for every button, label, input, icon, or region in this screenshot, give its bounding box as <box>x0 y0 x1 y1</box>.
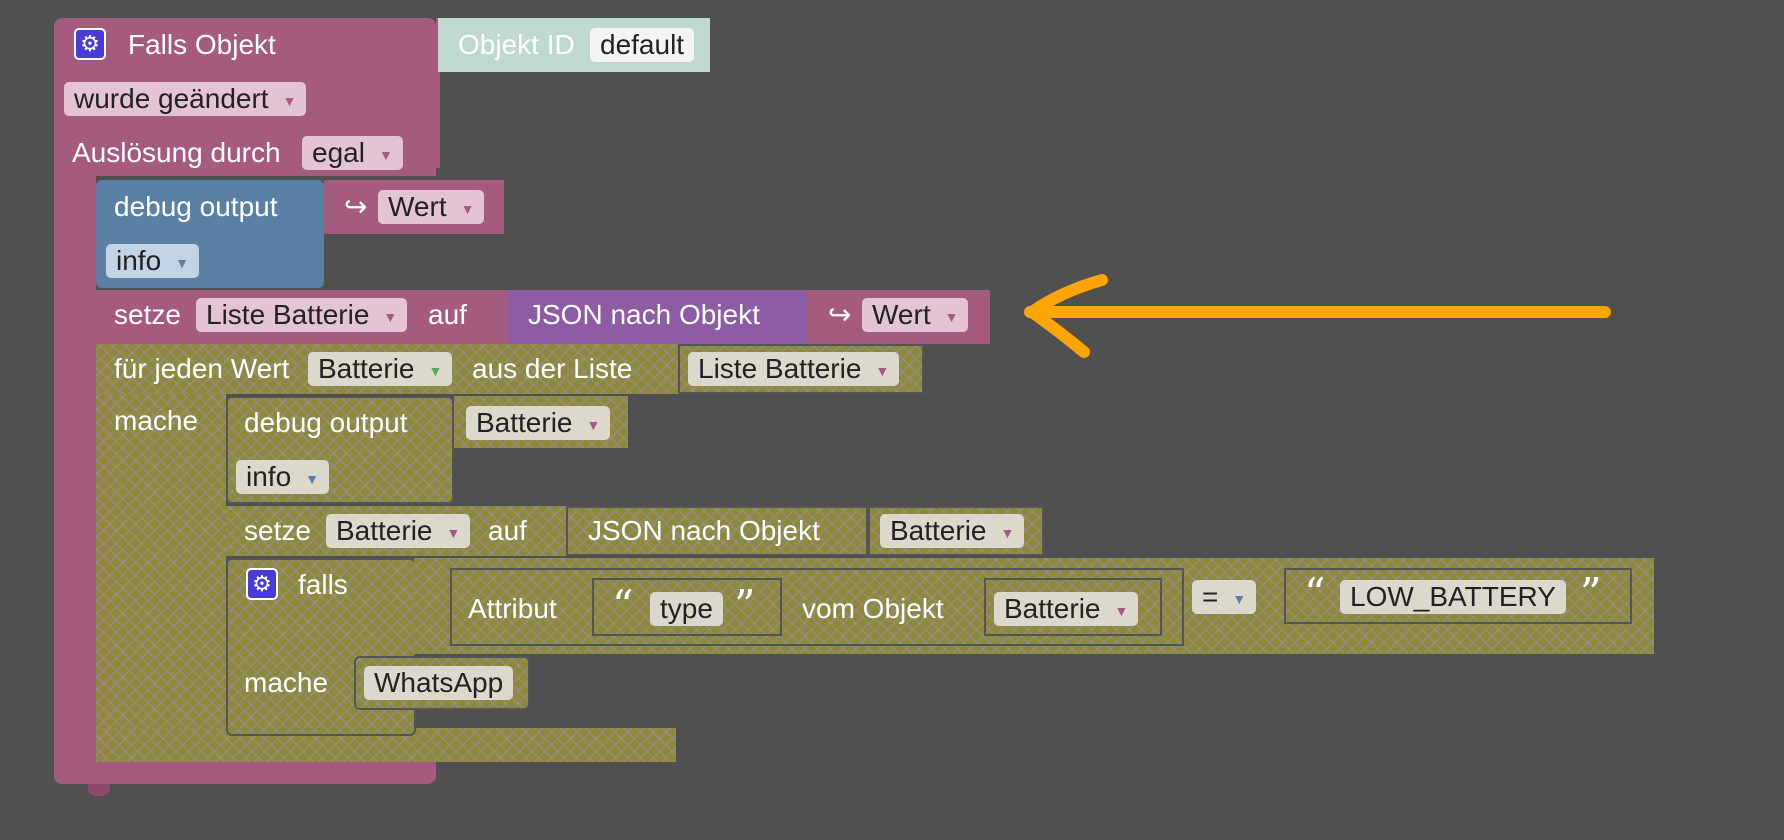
attribute-field[interactable]: type <box>650 592 723 626</box>
close-quote-icon: ” <box>734 581 756 630</box>
to-label: auf <box>488 515 527 546</box>
do-label: mache <box>244 667 329 698</box>
loop-variable-value: Batterie <box>318 353 415 384</box>
return-arrow-icon: ↪ <box>344 191 368 222</box>
return-arrow-icon: ↪ <box>828 299 852 330</box>
value-dropdown[interactable]: Batterie ▼ <box>880 514 1025 548</box>
variable-dropdown[interactable]: Batterie ▼ <box>326 514 471 548</box>
object-id-label: Objekt ID <box>458 29 575 60</box>
chevron-down-icon: ▼ <box>875 362 890 379</box>
from-object-label: vom Objekt <box>802 593 944 624</box>
trigger-dropdown[interactable]: egal ▼ <box>302 136 403 170</box>
chevron-down-icon: ▼ <box>428 362 443 379</box>
condition-value: wurde geändert <box>74 83 269 114</box>
value-dropdown[interactable]: Batterie ▼ <box>466 406 611 440</box>
debug-level-dropdown[interactable]: info ▼ <box>106 244 200 278</box>
chevron-down-icon: ▼ <box>1000 524 1015 541</box>
value-dropdown[interactable]: Wert ▼ <box>862 298 969 332</box>
variable-dropdown[interactable]: Liste Batterie ▼ <box>196 298 408 332</box>
to-label: auf <box>428 299 467 330</box>
variable-value: Liste Batterie <box>206 299 370 330</box>
whatsapp-label: WhatsApp <box>364 666 514 700</box>
if-label: falls <box>298 569 348 600</box>
debug-label: debug output <box>114 191 278 222</box>
from-list-label: aus der Liste <box>472 353 633 384</box>
open-quote-icon: “ <box>612 581 634 630</box>
chevron-down-icon: ▼ <box>282 92 297 109</box>
json-label: JSON nach Objekt <box>528 299 760 330</box>
close-quote-icon: ” <box>1580 569 1602 618</box>
annotation-arrow-icon <box>1024 274 1611 358</box>
value-dropdown[interactable]: Wert ▼ <box>378 190 485 224</box>
value-text: Wert <box>872 299 931 330</box>
gear-icon[interactable]: ⚙ <box>74 28 106 60</box>
foreach-label: für jeden Wert <box>114 353 290 384</box>
gear-icon[interactable]: ⚙ <box>246 568 278 600</box>
list-dropdown[interactable]: Liste Batterie ▼ <box>688 352 900 386</box>
set-label: setze <box>114 299 181 330</box>
loop-variable-dropdown[interactable]: Batterie ▼ <box>308 352 453 386</box>
chevron-down-icon: ▼ <box>378 146 393 163</box>
object-id-field[interactable]: default <box>590 28 695 62</box>
trigger-value: egal <box>312 137 365 168</box>
condition-dropdown[interactable]: wurde geändert ▼ <box>64 82 307 116</box>
object-value: Batterie <box>1004 593 1101 624</box>
attribute-label: Attribut <box>468 593 557 624</box>
open-quote-icon: “ <box>1304 569 1326 618</box>
json-label: JSON nach Objekt <box>588 515 820 546</box>
do-label: mache <box>114 405 199 436</box>
operator-dropdown[interactable]: = ▼ <box>1192 580 1257 614</box>
chevron-down-icon: ▼ <box>586 416 601 433</box>
chevron-down-icon: ▼ <box>460 200 475 217</box>
debug-level-value: info <box>246 461 292 492</box>
value-text: Batterie <box>890 515 987 546</box>
event-title: Falls Objekt <box>128 29 276 60</box>
value-text: Wert <box>388 191 447 222</box>
set-label: setze <box>244 515 311 546</box>
debug-level-value: info <box>116 245 162 276</box>
debug-level-dropdown[interactable]: info ▼ <box>236 460 330 494</box>
list-value: Liste Batterie <box>698 353 862 384</box>
chevron-down-icon: ▼ <box>1114 602 1129 619</box>
chevron-down-icon: ▼ <box>383 308 398 325</box>
compare-value-field[interactable]: LOW_BATTERY <box>1340 580 1566 614</box>
chevron-down-icon: ▼ <box>1232 590 1247 607</box>
value-text: Batterie <box>476 407 573 438</box>
chevron-down-icon: ▼ <box>305 470 320 487</box>
debug-label: debug output <box>244 407 408 438</box>
object-dropdown[interactable]: Batterie ▼ <box>994 592 1139 626</box>
operator-value: = <box>1202 581 1219 612</box>
chevron-down-icon: ▼ <box>944 308 959 325</box>
trigger-label: Auslösung durch <box>72 137 281 168</box>
chevron-down-icon: ▼ <box>175 254 190 271</box>
variable-value: Batterie <box>336 515 433 546</box>
chevron-down-icon: ▼ <box>446 524 461 541</box>
